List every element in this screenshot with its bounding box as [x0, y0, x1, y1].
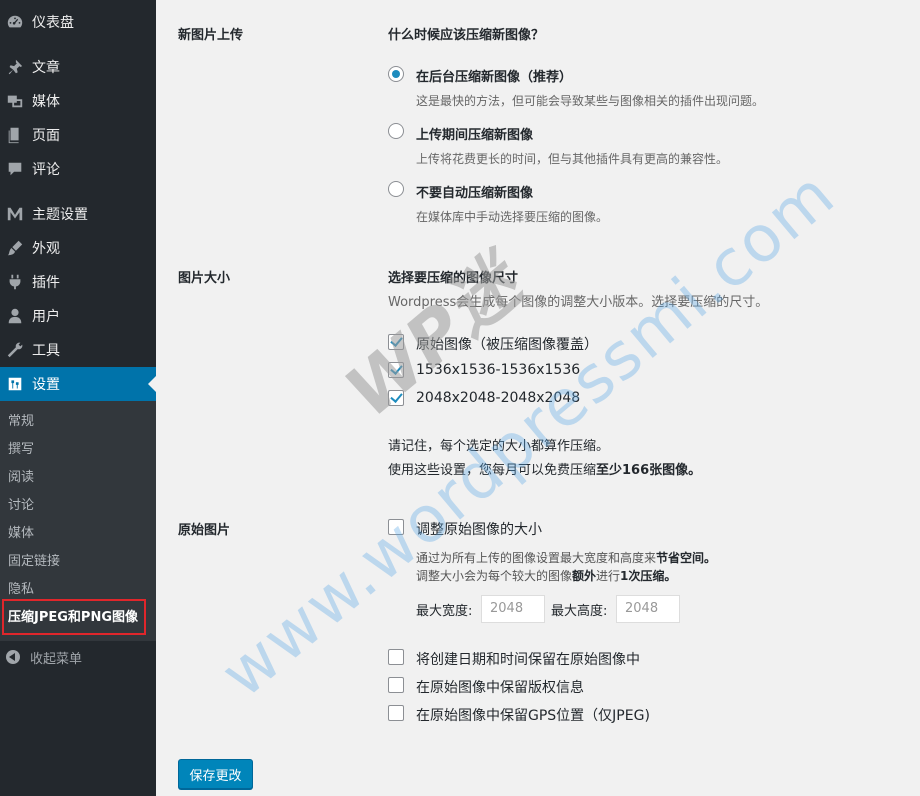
new-upload-row-label: 新图片上传	[178, 28, 244, 43]
checkbox-resize-original-label: 调整原始图像的大小	[416, 522, 542, 538]
menu-theme-settings[interactable]: 主题设置	[0, 197, 156, 231]
wrench-icon	[5, 340, 25, 360]
resize-desc2-bold1: 额外	[572, 569, 597, 583]
sizes-note-quota-prefix: 使用这些设置，您每月可以免费压缩	[388, 463, 597, 478]
menu-tools[interactable]: 工具	[0, 333, 156, 367]
menu-plugins[interactable]: 插件	[0, 265, 156, 299]
checkbox-size-1536[interactable]	[388, 362, 404, 378]
menu-posts[interactable]: 文章	[0, 50, 156, 84]
radio-compress-during-upload[interactable]	[388, 123, 404, 139]
checkbox-preserve-copyright-label: 在原始图像中保留版权信息	[416, 680, 584, 696]
annotation-highlight-box	[2, 599, 146, 635]
menu-settings[interactable]: 设置	[0, 367, 156, 401]
user-icon	[5, 306, 25, 326]
plugin-icon	[5, 272, 25, 292]
radio-no-auto-compress-label: 不要自动压缩新图像	[416, 186, 534, 201]
checkbox-preserve-date[interactable]	[388, 649, 404, 665]
resize-desc-line1: 通过为所有上传的图像设置最大宽度和高度来节省空间。	[416, 549, 716, 566]
menu-pages[interactable]: 页面	[0, 118, 156, 152]
radio-no-auto-compress[interactable]	[388, 181, 404, 197]
menu-label: 工具	[32, 343, 60, 359]
radio-compress-background[interactable]	[388, 66, 404, 82]
menu-comments[interactable]: 评论	[0, 152, 156, 186]
checkbox-resize-original[interactable]	[388, 519, 404, 535]
menu-label: 评论	[32, 162, 60, 178]
page-icon	[5, 125, 25, 145]
checkbox-preserve-copyright[interactable]	[388, 677, 404, 693]
max-height-input[interactable]: 2048	[616, 595, 680, 623]
menu-label: 外观	[32, 241, 60, 257]
resize-desc2-prefix: 调整大小会为每个较大的图像	[416, 569, 573, 583]
checkbox-preserve-date-label: 将创建日期和时间保留在原始图像中	[416, 652, 640, 668]
radio-no-auto-compress-desc: 在媒体库中手动选择要压缩的图像。	[416, 210, 609, 224]
appearance-icon	[5, 238, 25, 258]
pushpin-icon	[5, 57, 25, 77]
checkbox-preserve-gps[interactable]	[388, 705, 404, 721]
admin-sidebar: 仪表盘 文章 媒体 页面 评论 主题设置 外观 插件 用户 工具 设置 常规 撰…	[0, 0, 156, 796]
image-sizes-row-label: 图片大小	[178, 271, 231, 286]
resize-desc-line2: 调整大小会为每个较大的图像额外进行1次压缩。	[416, 567, 676, 584]
comment-icon	[5, 159, 25, 179]
radio-compress-background-label: 在后台压缩新图像（推荐）	[416, 70, 573, 85]
menu-media[interactable]: 媒体	[0, 84, 156, 118]
collapse-menu-button[interactable]: 收起菜单	[0, 646, 156, 668]
resize-desc2-bold2: 1次压缩。	[620, 569, 677, 583]
checkbox-size-2048-label: 2048x2048-2048x2048	[416, 390, 581, 406]
image-sizes-heading: 选择要压缩的图像尺寸	[388, 271, 519, 286]
resize-desc1-bold: 节省空间。	[656, 551, 717, 565]
sizes-note-quota: 使用这些设置，您每月可以免费压缩至少166张图像。	[388, 459, 701, 478]
submenu-reading[interactable]: 阅读	[8, 468, 34, 488]
submenu-general[interactable]: 常规	[8, 412, 34, 432]
checkbox-size-original-label: 原始图像（被压缩图像覆盖）	[416, 337, 598, 353]
checkbox-size-2048[interactable]	[388, 390, 404, 406]
checkbox-size-1536-label: 1536x1536-1536x1536	[416, 362, 581, 378]
resize-desc1-prefix: 通过为所有上传的图像设置最大宽度和高度来	[416, 551, 657, 565]
menu-dashboard[interactable]: 仪表盘	[0, 5, 156, 39]
collapse-menu-label: 收起菜单	[30, 651, 83, 667]
radio-compress-during-upload-desc: 上传将花费更长的时间，但与其他插件具有更高的兼容性。	[416, 152, 729, 166]
menu-label: 页面	[32, 128, 60, 144]
menu-label: 仪表盘	[32, 15, 74, 31]
submenu-discussion[interactable]: 讨论	[8, 496, 34, 516]
dashboard-icon	[5, 12, 25, 32]
max-height-label: 最大高度:	[551, 604, 608, 619]
menu-label: 设置	[32, 377, 60, 393]
submenu-writing[interactable]: 撰写	[8, 440, 34, 460]
menu-appearance[interactable]: 外观	[0, 231, 156, 265]
menu-users[interactable]: 用户	[0, 299, 156, 333]
settings-content: 新图片上传 什么时候应该压缩新图像？ 在后台压缩新图像（推荐） 这是最快的方法，…	[156, 0, 920, 796]
sizes-note-count: 请记住，每个选定的大小都算作压缩。	[388, 439, 610, 454]
submenu-permalinks[interactable]: 固定链接	[8, 552, 60, 572]
checkbox-size-original[interactable]	[388, 334, 404, 350]
media-icon	[5, 91, 25, 111]
max-width-label: 最大宽度:	[416, 604, 473, 619]
image-sizes-desc: Wordpress会生成每个图像的调整大小版本。选择要压缩的尺寸。	[388, 295, 769, 310]
theme-m-icon	[5, 204, 25, 224]
menu-label: 用户	[32, 309, 60, 325]
collapse-arrow-icon	[6, 650, 20, 664]
new-upload-heading: 什么时候应该压缩新图像？	[388, 28, 545, 43]
menu-label: 文章	[32, 60, 60, 76]
settings-icon	[5, 374, 25, 394]
menu-label: 媒体	[32, 94, 60, 110]
submenu-privacy[interactable]: 隐私	[8, 580, 34, 600]
original-image-row-label: 原始图片	[178, 523, 231, 538]
resize-desc2-mid: 进行	[596, 569, 621, 583]
sizes-note-quota-bold: 至少166张图像。	[596, 463, 702, 478]
menu-label: 插件	[32, 275, 60, 291]
save-changes-button[interactable]: 保存更改	[178, 759, 253, 789]
radio-compress-during-upload-label: 上传期间压缩新图像	[416, 128, 534, 143]
menu-label: 主题设置	[32, 207, 88, 223]
radio-compress-background-desc: 这是最快的方法，但可能会导致某些与图像相关的插件出现问题。	[416, 94, 765, 108]
submenu-media[interactable]: 媒体	[8, 524, 34, 544]
checkbox-preserve-gps-label: 在原始图像中保留GPS位置（仅JPEG)	[416, 708, 650, 724]
max-width-input[interactable]: 2048	[481, 595, 545, 623]
